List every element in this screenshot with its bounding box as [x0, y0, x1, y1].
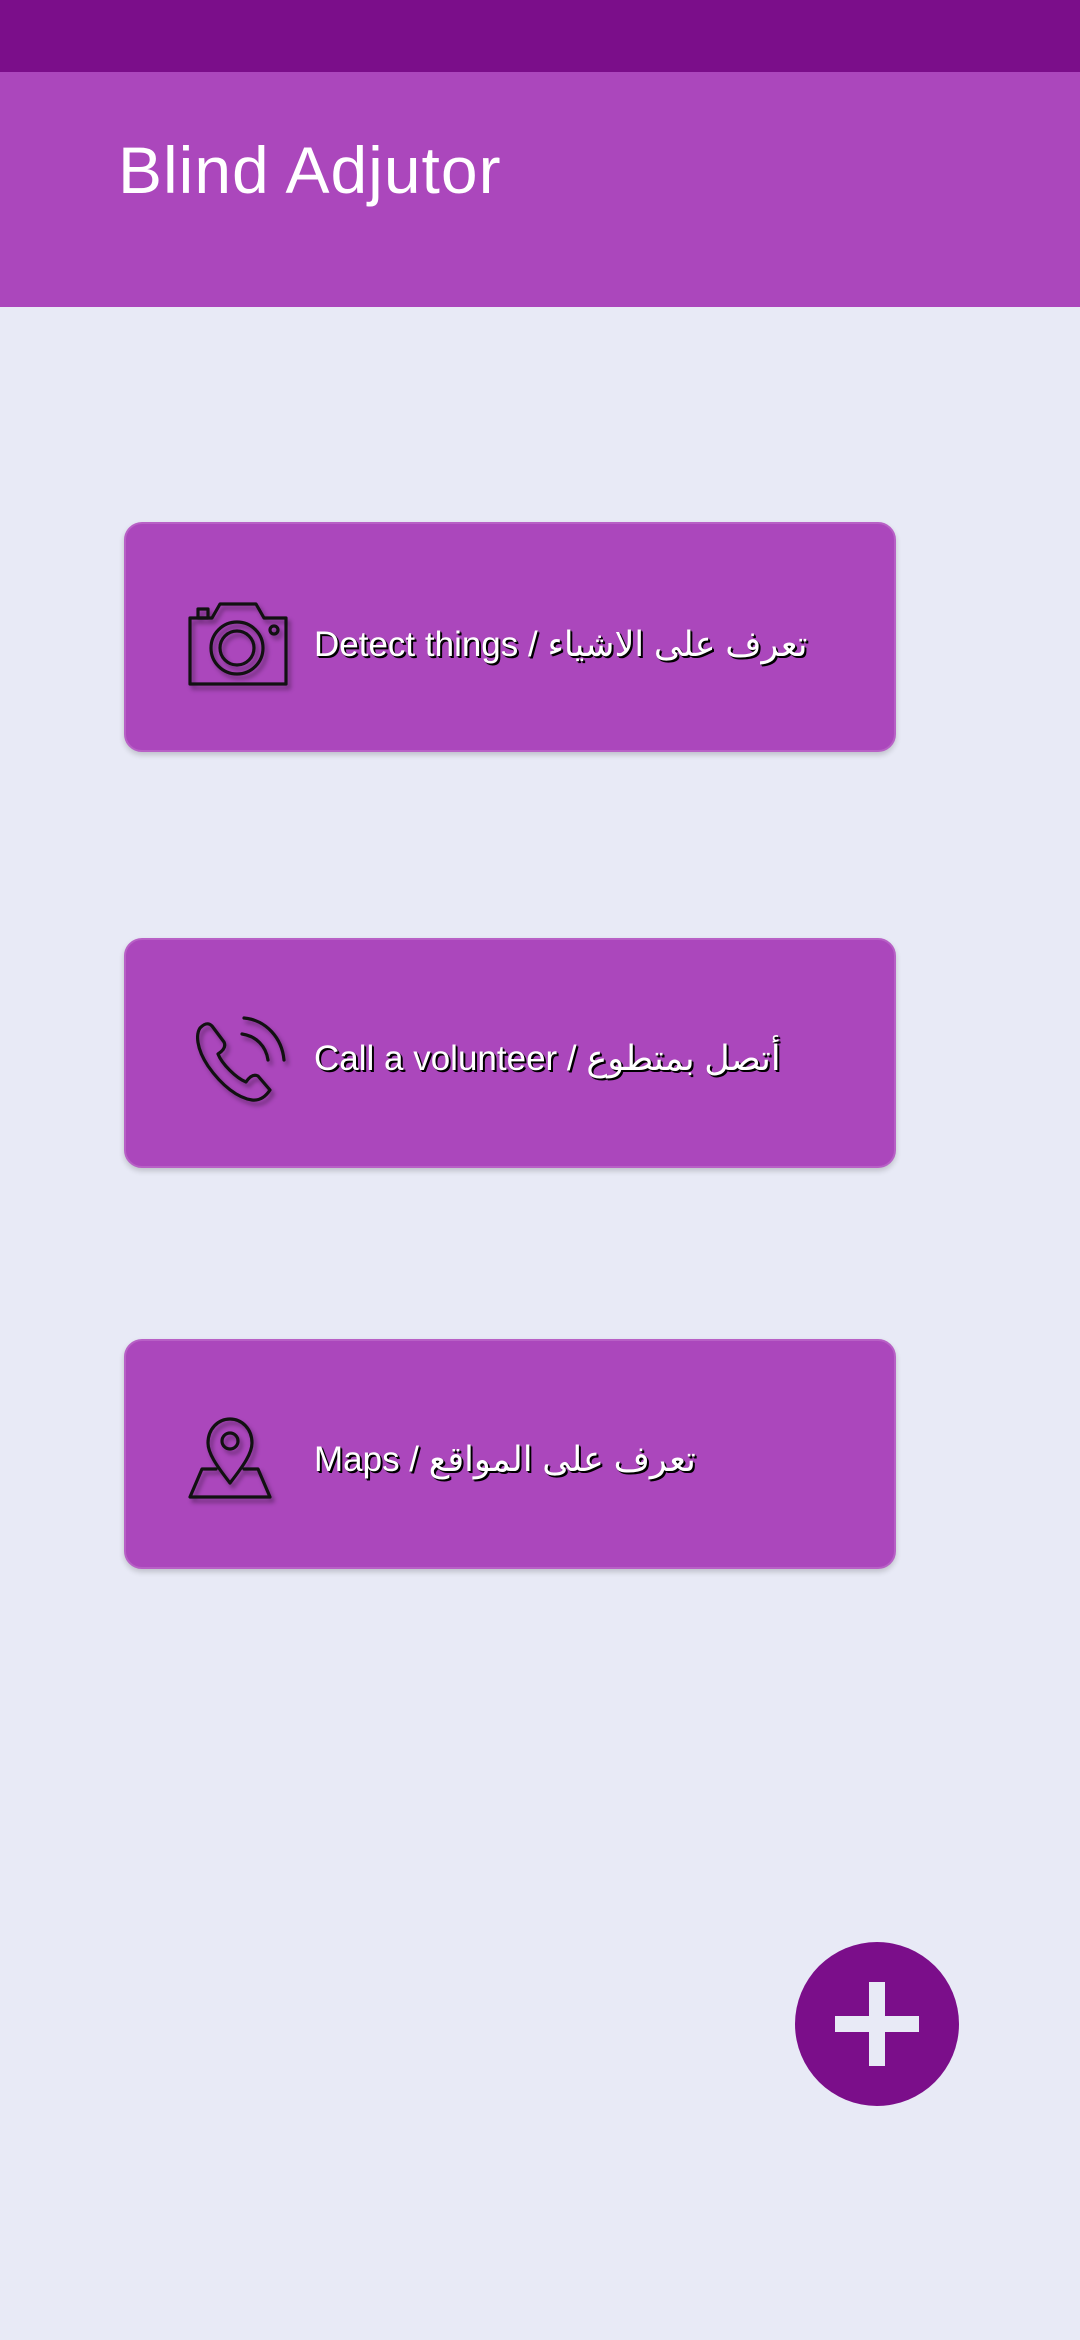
camera-icon — [186, 596, 290, 692]
maps-button[interactable]: Maps / تعرف على المواقع — [124, 1339, 896, 1569]
detect-things-label: Detect things / تعرف على الاشياء — [314, 625, 808, 664]
call-volunteer-button[interactable]: Call a volunteer / أتصل بمتطوع — [124, 938, 896, 1168]
phone-call-icon — [186, 1012, 290, 1108]
maps-label: Maps / تعرف على المواقع — [314, 1440, 696, 1479]
call-volunteer-label: Call a volunteer / أتصل بمتطوع — [314, 1039, 781, 1078]
plus-icon — [835, 1982, 919, 2066]
add-button[interactable] — [795, 1942, 959, 2106]
status-bar — [0, 0, 1080, 72]
app-bar: Blind Adjutor — [0, 72, 1080, 307]
detect-things-button[interactable]: Detect things / تعرف على الاشياء — [124, 522, 896, 752]
map-pin-icon — [186, 1413, 290, 1509]
app-title: Blind Adjutor — [118, 133, 502, 207]
